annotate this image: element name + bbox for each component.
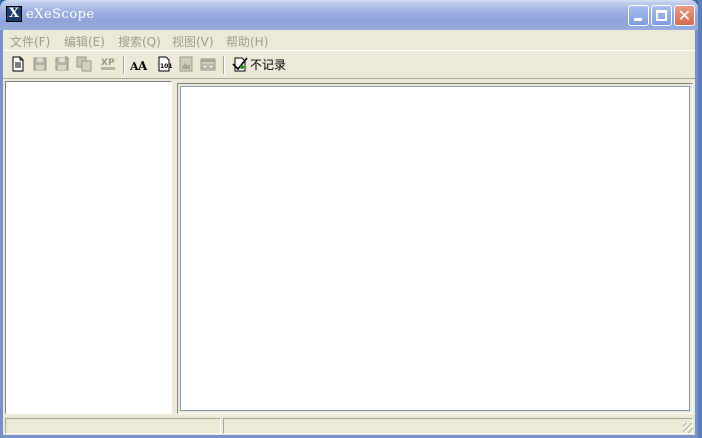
record-icon[interactable] <box>231 55 249 73</box>
close-icon: ✕ <box>677 6 692 25</box>
menu-separator <box>3 50 695 51</box>
save-as-icon[interactable] <box>53 55 71 73</box>
minimize-button[interactable] <box>628 5 649 26</box>
toolbar: XP AA 101 不记录 <box>3 52 695 78</box>
svg-text:XP: XP <box>101 58 115 68</box>
menu-file[interactable]: 文件(F) <box>10 33 50 50</box>
main-window: X eXeScope ✕ 文件(F) 编辑(E) 搜索(Q) 视图(V) 帮助(… <box>0 0 698 438</box>
maximize-icon <box>656 10 667 21</box>
status-panel-left <box>5 418 221 434</box>
close-button[interactable]: ✕ <box>674 5 695 26</box>
desktop-background <box>698 0 702 438</box>
xp-icon[interactable]: XP <box>99 55 117 73</box>
hex-icon[interactable]: 101 <box>155 55 173 73</box>
client-area: 文件(F) 编辑(E) 搜索(Q) 视图(V) 帮助(H) XP A A 101… <box>3 30 695 435</box>
toolbar-divider <box>3 78 695 79</box>
new-document-icon[interactable] <box>9 55 27 73</box>
menu-view[interactable]: 视图(V) <box>172 33 214 50</box>
menu-help[interactable]: 帮助(H) <box>226 33 268 50</box>
maximize-button[interactable] <box>651 5 672 26</box>
menu-search[interactable]: 搜索(Q) <box>118 33 161 50</box>
menu-bar: 文件(F) 编辑(E) 搜索(Q) 视图(V) 帮助(H) <box>3 30 695 50</box>
copy-icon[interactable] <box>75 55 93 73</box>
svg-text:A: A <box>137 59 148 73</box>
minimize-icon <box>634 18 642 21</box>
window-title: eXeScope <box>26 7 95 22</box>
toolbar-separator <box>123 56 125 74</box>
app-icon[interactable]: X <box>6 6 22 22</box>
title-bar[interactable]: X eXeScope ✕ <box>0 0 698 30</box>
status-bar <box>3 417 695 435</box>
menu-edit[interactable]: 编辑(E) <box>64 33 105 50</box>
content-view[interactable] <box>180 86 690 411</box>
resize-grip-icon[interactable] <box>683 423 693 433</box>
content-pane <box>177 83 693 414</box>
no-record-label[interactable]: 不记录 <box>250 56 286 73</box>
tree-pane[interactable] <box>5 81 172 414</box>
toolbar-separator <box>223 56 225 74</box>
font-icon[interactable]: AA <box>130 55 148 73</box>
dialog-icon[interactable] <box>199 55 217 73</box>
svg-text:101: 101 <box>160 63 173 70</box>
status-panel-right <box>223 418 693 434</box>
image-icon[interactable] <box>177 55 195 73</box>
save-icon[interactable] <box>31 55 49 73</box>
